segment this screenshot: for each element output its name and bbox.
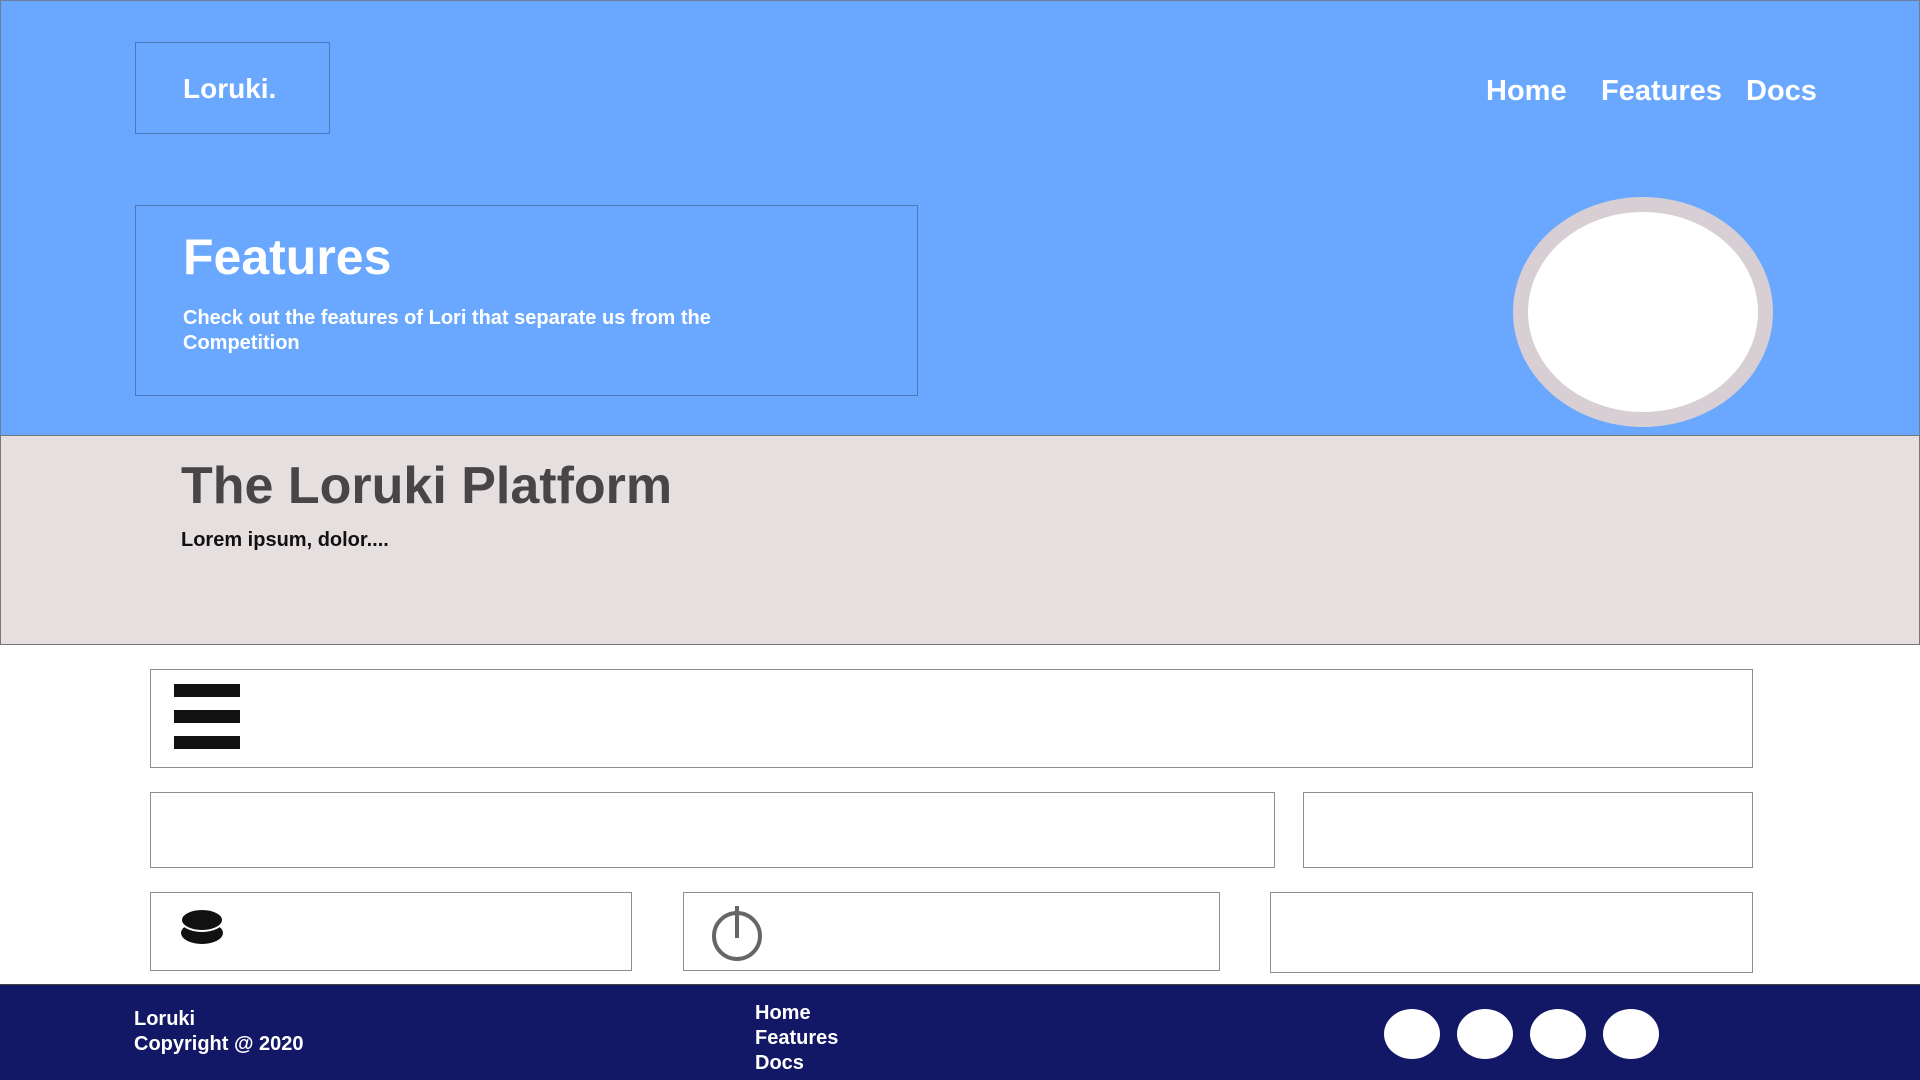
feature-card-power xyxy=(683,892,1220,971)
logo[interactable]: Loruki. xyxy=(183,73,276,105)
features-intro-box: Features Check out the features of Lori … xyxy=(135,205,918,396)
footer: Loruki Copyright @ 2020 Home Features Do… xyxy=(0,984,1920,1080)
feature-card-wide xyxy=(150,792,1275,868)
database-icon xyxy=(180,908,224,944)
hero-section: Loruki. Home Features Docs Features Chec… xyxy=(0,0,1920,436)
menu-icon xyxy=(174,684,240,750)
social-icon[interactable] xyxy=(1603,1009,1659,1059)
hero-image-placeholder xyxy=(1513,197,1773,427)
footer-link-features[interactable]: Features xyxy=(755,1026,838,1051)
social-icon[interactable] xyxy=(1457,1009,1513,1059)
footer-link-home[interactable]: Home xyxy=(755,1001,838,1026)
social-icon[interactable] xyxy=(1530,1009,1586,1059)
platform-title: The Loruki Platform xyxy=(181,457,673,515)
nav-docs-link[interactable]: Docs xyxy=(1746,75,1817,108)
features-title: Features xyxy=(183,229,392,285)
nav-home-link[interactable]: Home xyxy=(1486,75,1567,108)
footer-brand-block: Loruki Copyright @ 2020 xyxy=(134,1007,304,1057)
feature-card-side xyxy=(1303,792,1753,868)
feature-card-database xyxy=(150,892,632,971)
footer-link-docs[interactable]: Docs xyxy=(755,1051,838,1076)
footer-nav: Home Features Docs xyxy=(755,1001,838,1076)
feature-card-right xyxy=(1270,892,1753,973)
footer-copyright: Copyright @ 2020 xyxy=(134,1033,304,1055)
social-icon[interactable] xyxy=(1384,1009,1440,1059)
hero-image-inner xyxy=(1528,212,1758,412)
features-description: Check out the features of Lori that sepa… xyxy=(183,307,711,354)
nav-features-link[interactable]: Features xyxy=(1601,75,1722,108)
footer-brand: Loruki xyxy=(134,1008,196,1030)
platform-subtitle: Lorem ipsum, dolor.... xyxy=(181,529,389,551)
platform-section: The Loruki Platform Lorem ipsum, dolor..… xyxy=(0,435,1920,645)
feature-card-menu xyxy=(150,669,1753,768)
logo-box[interactable]: Loruki. xyxy=(135,42,330,134)
power-icon xyxy=(712,906,762,961)
